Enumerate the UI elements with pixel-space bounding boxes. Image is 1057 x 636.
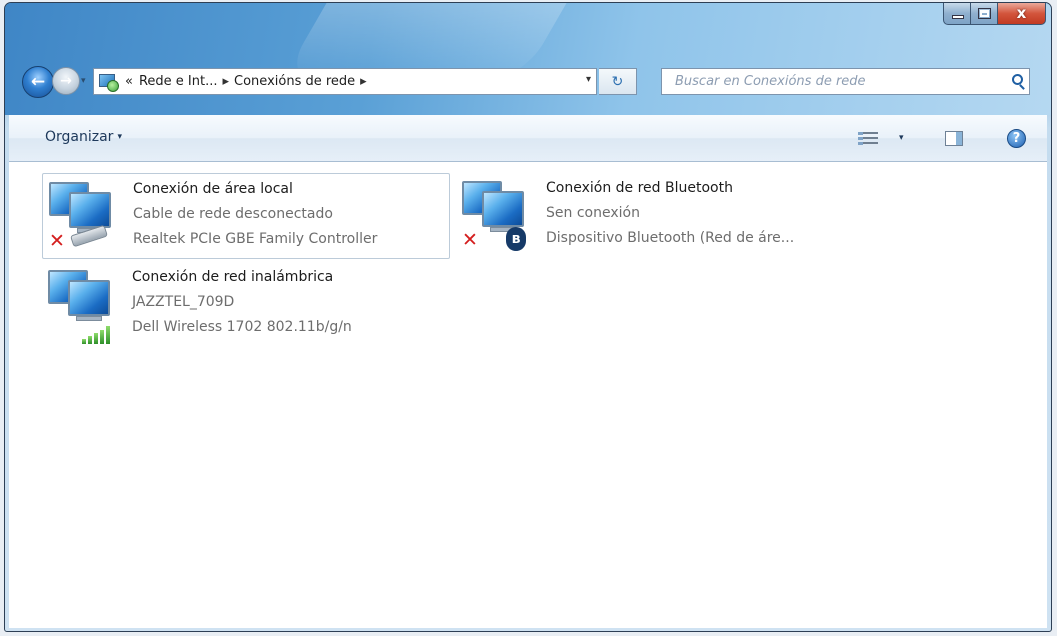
caption-buttons: x <box>943 3 1046 25</box>
disconnected-x-icon: ✕ <box>49 230 65 252</box>
connection-device: Dell Wireless 1702 802.11b/g/n <box>132 319 352 335</box>
minimize-button[interactable] <box>943 3 971 25</box>
connection-device: Dispositivo Bluetooth (Red de áre... <box>546 230 795 246</box>
refresh-button[interactable]: ↻ <box>599 68 637 95</box>
item-text: Conexión de área local Cable de rede des… <box>133 177 377 252</box>
maximize-button[interactable] <box>971 3 998 25</box>
search-input[interactable]: Buscar en Conexións de rede <box>661 68 1030 95</box>
organize-label: Organizar <box>45 129 114 145</box>
explorer-window: x ← → ▾ « Rede e Int... ▸ Conexións de r… <box>4 2 1052 632</box>
breadcrumb-conexions-de-rede[interactable]: Conexións de rede <box>234 74 355 89</box>
connection-status: Sen conexión <box>546 205 640 221</box>
breadcrumb-separator-icon[interactable]: ▸ <box>360 74 367 89</box>
connection-device: Realtek PCIe GBE Family Controller <box>133 231 378 247</box>
maximize-icon <box>978 8 991 19</box>
breadcrumb-overflow[interactable]: « <box>125 74 133 89</box>
close-icon: x <box>1016 4 1027 22</box>
preview-pane-icon[interactable] <box>945 131 963 146</box>
item-text: Conexión de red Bluetooth Sen conexión D… <box>546 176 794 251</box>
forward-button[interactable]: → <box>52 67 80 95</box>
chevron-down-icon: ▾ <box>117 132 122 142</box>
change-view-icon[interactable] <box>858 131 878 147</box>
view-options-dropdown[interactable]: ▾ <box>899 133 904 143</box>
connection-name: Conexión de red inalámbrica <box>132 269 334 285</box>
back-button[interactable]: ← <box>22 66 54 98</box>
connection-name: Conexión de red Bluetooth <box>546 180 733 196</box>
search-icon[interactable] <box>1012 74 1023 85</box>
connections-list: ✕ Conexión de área local Cable de rede d… <box>9 162 1047 628</box>
network-folder-icon <box>97 72 121 92</box>
forward-arrow-icon: → <box>60 73 72 89</box>
connection-name: Conexión de área local <box>133 181 293 197</box>
command-bar: Organizar ▾ ▾ ? <box>9 115 1047 162</box>
close-button[interactable]: x <box>998 3 1046 25</box>
back-arrow-icon: ← <box>30 72 46 92</box>
search-placeholder: Buscar en Conexións de rede <box>675 74 866 89</box>
wireless-network-icon <box>46 268 124 344</box>
minimize-icon <box>952 15 964 19</box>
address-history-dropdown[interactable]: ▾ <box>586 74 591 85</box>
wired-network-icon: ✕ <box>47 180 125 254</box>
recent-pages-dropdown[interactable]: ▾ <box>81 76 86 86</box>
breadcrumb-separator-icon[interactable]: ▸ <box>223 74 230 89</box>
refresh-icon: ↻ <box>611 73 624 90</box>
list-item-conexion-area-local[interactable]: ✕ Conexión de área local Cable de rede d… <box>42 173 450 259</box>
help-icon[interactable]: ? <box>1007 129 1026 148</box>
connection-status: Cable de rede desconectado <box>133 206 333 222</box>
item-text: Conexión de red inalámbrica JAZZTEL_709D… <box>132 265 352 340</box>
disconnected-x-icon: ✕ <box>462 229 478 251</box>
address-bar[interactable]: « Rede e Int... ▸ Conexións de rede ▸ ▾ <box>93 68 597 95</box>
signal-strength-icon <box>82 326 116 344</box>
breadcrumb-rede-e-internet[interactable]: Rede e Int... <box>139 74 218 89</box>
organize-menu-button[interactable]: Organizar ▾ <box>45 129 122 145</box>
connection-status: JAZZTEL_709D <box>132 294 235 310</box>
bluetooth-icon: ʙ <box>506 227 526 251</box>
list-item-conexion-inalambrica[interactable]: Conexión de red inalámbrica JAZZTEL_709D… <box>42 262 450 348</box>
bluetooth-network-icon: ✕ ʙ <box>460 179 538 253</box>
list-item-conexion-bluetooth[interactable]: ✕ ʙ Conexión de red Bluetooth Sen conexi… <box>456 173 876 259</box>
